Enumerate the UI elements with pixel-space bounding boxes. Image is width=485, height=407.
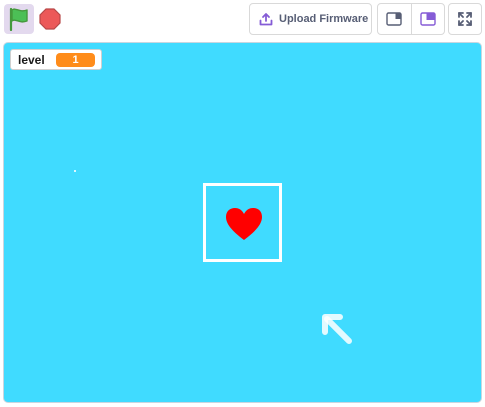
variable-monitor[interactable]: level 1 — [10, 49, 102, 70]
green-flag-icon — [9, 7, 28, 31]
small-stage-button[interactable] — [378, 4, 412, 34]
stage-size-toggle — [377, 3, 445, 35]
stage-header: Upload Firmware — [0, 0, 485, 40]
heart-icon — [226, 208, 262, 240]
stop-button[interactable] — [37, 4, 63, 34]
green-flag-button[interactable] — [4, 4, 34, 34]
variable-monitor-value: 1 — [56, 53, 95, 67]
large-stage-icon — [420, 12, 436, 26]
stage-canvas[interactable]: level 1 — [3, 42, 482, 403]
stage-dot — [74, 170, 76, 172]
fullscreen-icon — [458, 12, 472, 26]
fullscreen-button[interactable] — [448, 3, 482, 35]
stop-icon — [39, 8, 61, 30]
upload-icon — [259, 13, 273, 26]
arrow-icon[interactable] — [319, 311, 357, 349]
small-stage-icon — [386, 12, 402, 26]
upload-firmware-label: Upload Firmware — [279, 13, 369, 25]
variable-monitor-label: level — [18, 52, 45, 67]
heart-sprite[interactable] — [203, 183, 282, 262]
large-stage-button[interactable] — [412, 4, 445, 34]
upload-firmware-button[interactable]: Upload Firmware — [249, 3, 372, 35]
